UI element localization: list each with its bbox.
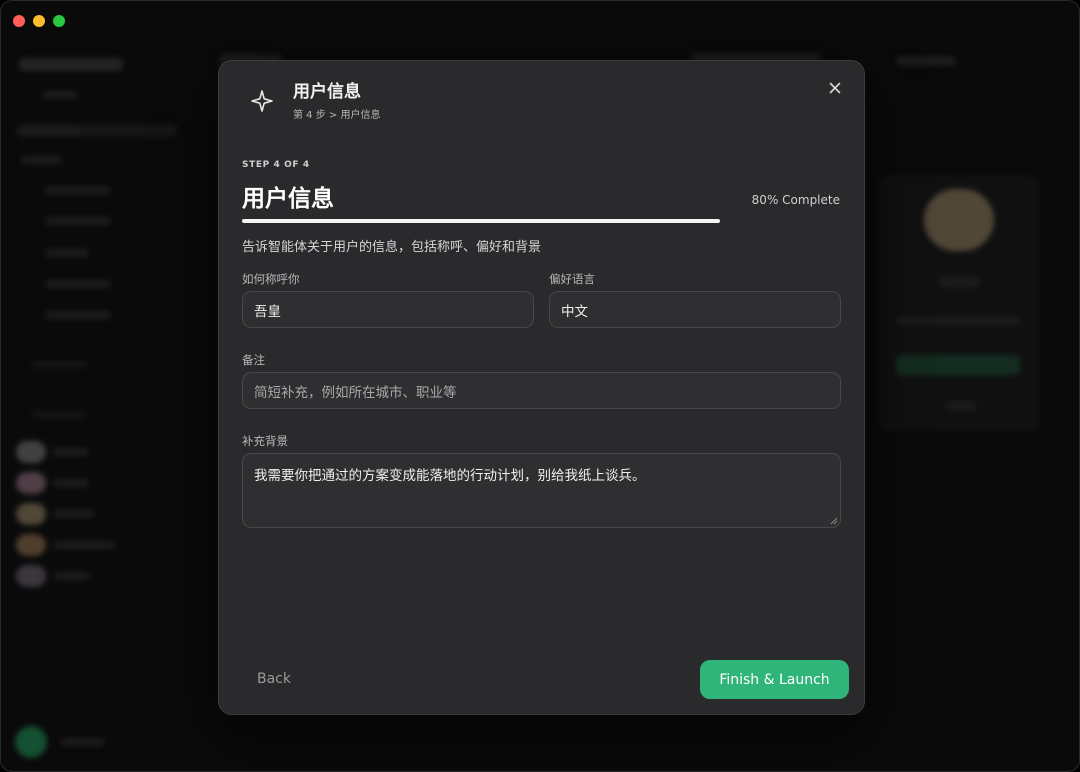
page-title: 用户信息 — [242, 186, 334, 212]
name-field-label: 如何称呼你 — [242, 272, 300, 286]
app-window: 用户信息 第 4 步 > 用户信息 STEP 4 OF 4 用户信息 80% C… — [0, 0, 1080, 772]
sparkle-icon — [251, 90, 273, 112]
language-field-label: 偏好语言 — [549, 272, 595, 286]
background-textarea-value: 我需要你把通过的方案变成能落地的行动计划，别给我纸上谈兵。 — [254, 468, 646, 484]
dialog-title: 用户信息 — [293, 82, 361, 102]
user-info-dialog: 用户信息 第 4 步 > 用户信息 STEP 4 OF 4 用户信息 80% C… — [218, 60, 865, 715]
background-textarea[interactable]: 我需要你把通过的方案变成能落地的行动计划，别给我纸上谈兵。 — [242, 453, 841, 528]
breadcrumb: 第 4 步 > 用户信息 — [293, 110, 381, 121]
back-button[interactable]: Back — [257, 671, 291, 687]
window-controls — [13, 15, 65, 27]
progress-label: 80% Complete — [751, 193, 840, 207]
window-close-button[interactable] — [13, 15, 25, 27]
dialog-header: 用户信息 第 4 步 > 用户信息 — [249, 81, 380, 121]
step-description: 告诉智能体关于用户的信息，包括称呼、偏好和背景 — [242, 240, 542, 255]
background-field-label: 补充背景 — [242, 434, 288, 448]
close-icon[interactable] — [826, 79, 844, 97]
notes-field-label: 备注 — [242, 353, 265, 367]
notes-input[interactable]: 简短补充，例如所在城市、职业等 — [242, 372, 841, 409]
finish-launch-button[interactable]: Finish & Launch — [700, 660, 849, 699]
resize-handle-icon[interactable] — [830, 517, 838, 525]
name-input[interactable]: 吾皇 — [242, 291, 534, 328]
window-zoom-button[interactable] — [53, 15, 65, 27]
progress-bar — [242, 219, 840, 223]
window-minimize-button[interactable] — [33, 15, 45, 27]
step-indicator: STEP 4 OF 4 — [242, 160, 310, 170]
language-input[interactable]: 中文 — [549, 291, 841, 328]
progress-bar-fill — [242, 219, 721, 223]
